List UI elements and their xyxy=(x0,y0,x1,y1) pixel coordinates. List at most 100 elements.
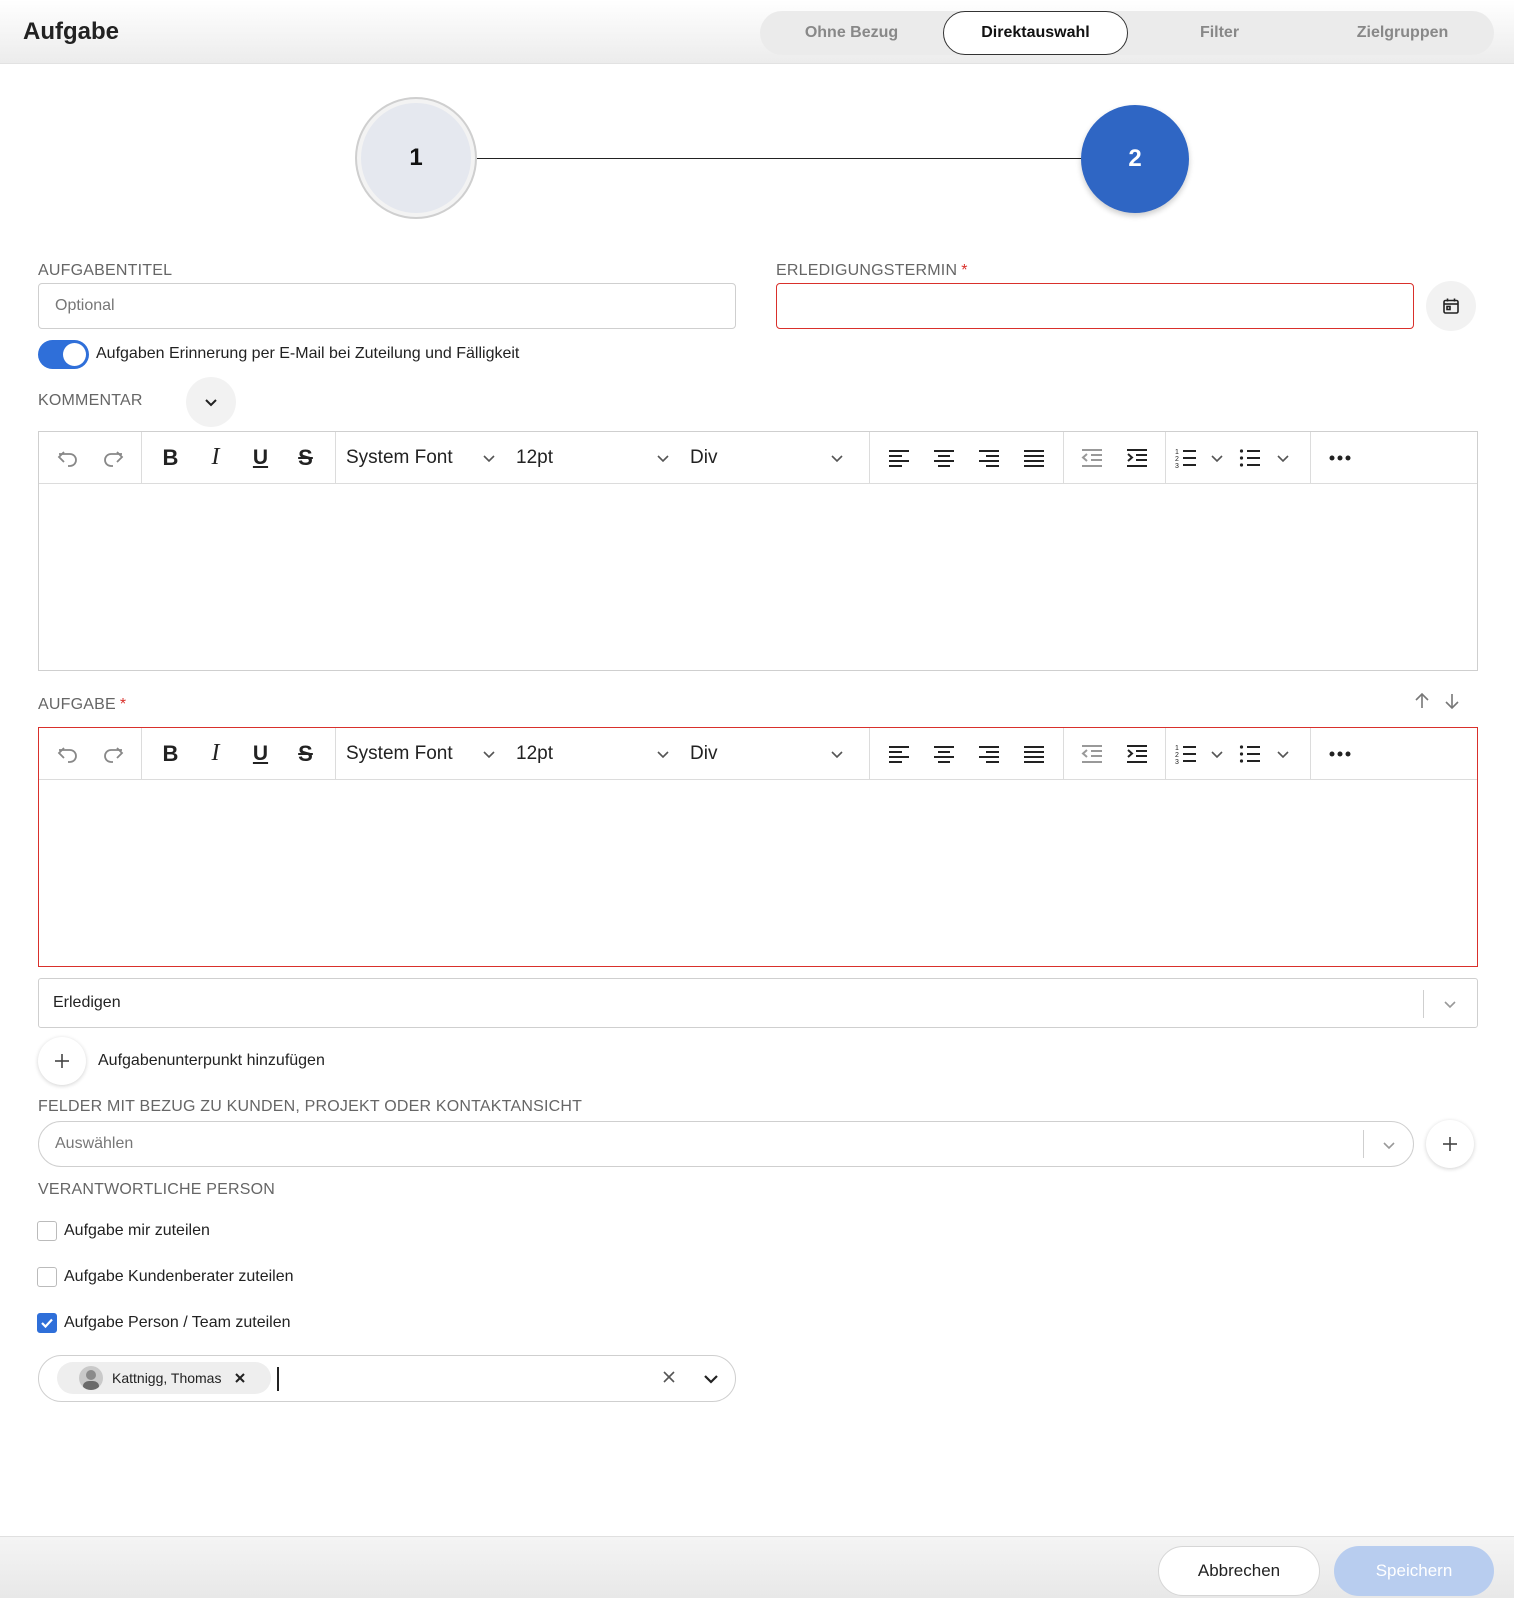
assign-person-team-checkbox[interactable] xyxy=(37,1313,57,1333)
indent-button[interactable] xyxy=(1115,734,1160,774)
outdent-button[interactable] xyxy=(1070,438,1115,478)
avatar xyxy=(79,1366,103,1390)
step-1[interactable]: 1 xyxy=(355,97,477,219)
add-related-field-button[interactable] xyxy=(1426,1120,1474,1168)
style-group: System Font 12pt Div xyxy=(336,432,870,483)
align-center-button[interactable] xyxy=(921,734,966,774)
tab-zielgruppen[interactable]: Zielgruppen xyxy=(1311,11,1494,55)
person-dropdown-toggle[interactable] xyxy=(702,1370,720,1388)
close-icon xyxy=(663,1371,675,1383)
tab-filter[interactable]: Filter xyxy=(1128,11,1311,55)
italic-button[interactable]: I xyxy=(193,734,238,774)
tab-ohne-bezug[interactable]: Ohne Bezug xyxy=(760,11,943,55)
bold-button[interactable]: B xyxy=(148,734,193,774)
align-left-button[interactable] xyxy=(876,734,921,774)
chevron-down-icon xyxy=(831,454,843,462)
italic-button[interactable]: I xyxy=(193,438,238,478)
remove-person-button[interactable] xyxy=(235,1373,246,1383)
chevron-down-icon xyxy=(657,454,669,462)
align-right-icon xyxy=(978,449,999,467)
chevron-down-icon xyxy=(1211,750,1223,758)
email-reminder-toggle[interactable] xyxy=(38,340,89,369)
task-editor-body[interactable] xyxy=(39,780,1477,966)
related-fields-select[interactable]: Auswählen xyxy=(38,1121,1414,1167)
page-title: Aufgabe xyxy=(23,18,119,45)
selected-person-chip: Kattnigg, Thomas xyxy=(57,1362,271,1394)
align-right-button[interactable] xyxy=(966,734,1011,774)
undo-button[interactable] xyxy=(45,438,90,478)
comment-editor-body[interactable] xyxy=(39,484,1477,670)
svg-text:3: 3 xyxy=(1175,463,1179,469)
add-subtask-label[interactable]: Aufgabenunterpunkt hinzufügen xyxy=(98,1052,325,1070)
due-date-label-text: ERLEDIGUNGSTERMIN xyxy=(776,262,958,279)
comment-expand-button[interactable] xyxy=(186,377,236,427)
numbered-list-icon: 123 xyxy=(1175,449,1196,469)
bullet-list-button[interactable] xyxy=(1232,734,1268,774)
assign-advisor-checkbox[interactable] xyxy=(37,1267,57,1287)
font-size-value: 12pt xyxy=(516,446,553,468)
font-size-select[interactable]: 12pt xyxy=(506,438,680,478)
bullet-list-button[interactable] xyxy=(1232,438,1268,478)
bullet-list-options-button[interactable] xyxy=(1268,438,1298,478)
select-separator xyxy=(1423,990,1424,1018)
numbered-list-options-button[interactable] xyxy=(1202,734,1232,774)
move-up-button[interactable] xyxy=(1413,692,1435,714)
related-fields-label: FELDER MIT BEZUG ZU KUNDEN, PROJEKT ODER… xyxy=(38,1098,583,1115)
redo-button[interactable] xyxy=(90,438,135,478)
align-justify-button[interactable] xyxy=(1011,734,1056,774)
svg-text:1: 1 xyxy=(1175,449,1179,456)
svg-text:2: 2 xyxy=(1175,456,1179,463)
bullet-list-icon xyxy=(1239,744,1260,763)
font-family-select[interactable]: System Font xyxy=(336,734,506,774)
block-format-select[interactable]: Div xyxy=(680,734,854,774)
calendar-button[interactable] xyxy=(1426,281,1476,331)
history-group xyxy=(39,728,142,779)
numbered-list-button[interactable]: 123 xyxy=(1170,734,1202,774)
toggle-knob xyxy=(63,343,86,366)
cancel-button[interactable]: Abbrechen xyxy=(1158,1546,1320,1596)
tab-direktauswahl[interactable]: Direktauswahl xyxy=(943,11,1128,55)
underline-icon: U xyxy=(252,741,269,765)
more-group xyxy=(1311,432,1371,483)
assignment-mode-tabs: Ohne Bezug Direktauswahl Filter Zielgrup… xyxy=(760,11,1494,55)
header: Aufgabe Ohne Bezug Direktauswahl Filter … xyxy=(0,0,1514,64)
numbered-list-options-button[interactable] xyxy=(1202,438,1232,478)
style-group: System Font 12pt Div xyxy=(336,728,870,779)
outdent-button[interactable] xyxy=(1070,734,1115,774)
align-justify-button[interactable] xyxy=(1011,438,1056,478)
indent-button[interactable] xyxy=(1115,438,1160,478)
font-family-select[interactable]: System Font xyxy=(336,438,506,478)
redo-button[interactable] xyxy=(90,734,135,774)
status-select[interactable]: Erledigen xyxy=(38,978,1478,1028)
align-left-button[interactable] xyxy=(876,438,921,478)
more-options-button[interactable] xyxy=(1317,438,1362,478)
block-format-select[interactable]: Div xyxy=(680,438,854,478)
required-mark: * xyxy=(961,262,968,279)
underline-button[interactable]: U xyxy=(238,734,283,774)
bold-button[interactable]: B xyxy=(148,438,193,478)
align-right-button[interactable] xyxy=(966,438,1011,478)
due-date-input[interactable] xyxy=(776,283,1414,329)
underline-button[interactable]: U xyxy=(238,438,283,478)
strikethrough-button[interactable]: S xyxy=(283,734,328,774)
numbered-list-button[interactable]: 123 xyxy=(1170,438,1202,478)
clear-selection-button[interactable] xyxy=(662,1370,680,1388)
task-title-input[interactable] xyxy=(38,283,736,329)
align-center-button[interactable] xyxy=(921,438,966,478)
add-subtask-button[interactable] xyxy=(38,1037,86,1085)
more-options-button[interactable] xyxy=(1317,734,1362,774)
outdent-icon xyxy=(1081,744,1103,763)
selected-person-name: Kattnigg, Thomas xyxy=(112,1370,222,1386)
font-size-select[interactable]: 12pt xyxy=(506,734,680,774)
step-2[interactable]: 2 xyxy=(1081,105,1189,213)
strikethrough-button[interactable]: S xyxy=(283,438,328,478)
align-group xyxy=(870,728,1064,779)
chevron-down-icon xyxy=(1277,454,1289,462)
font-size-value: 12pt xyxy=(516,742,553,764)
bullet-list-options-button[interactable] xyxy=(1268,734,1298,774)
assign-to-me-checkbox[interactable] xyxy=(37,1221,57,1241)
indent-icon xyxy=(1126,744,1147,763)
save-button[interactable]: Speichern xyxy=(1334,1546,1494,1596)
move-down-button[interactable] xyxy=(1443,692,1465,714)
undo-button[interactable] xyxy=(45,734,90,774)
